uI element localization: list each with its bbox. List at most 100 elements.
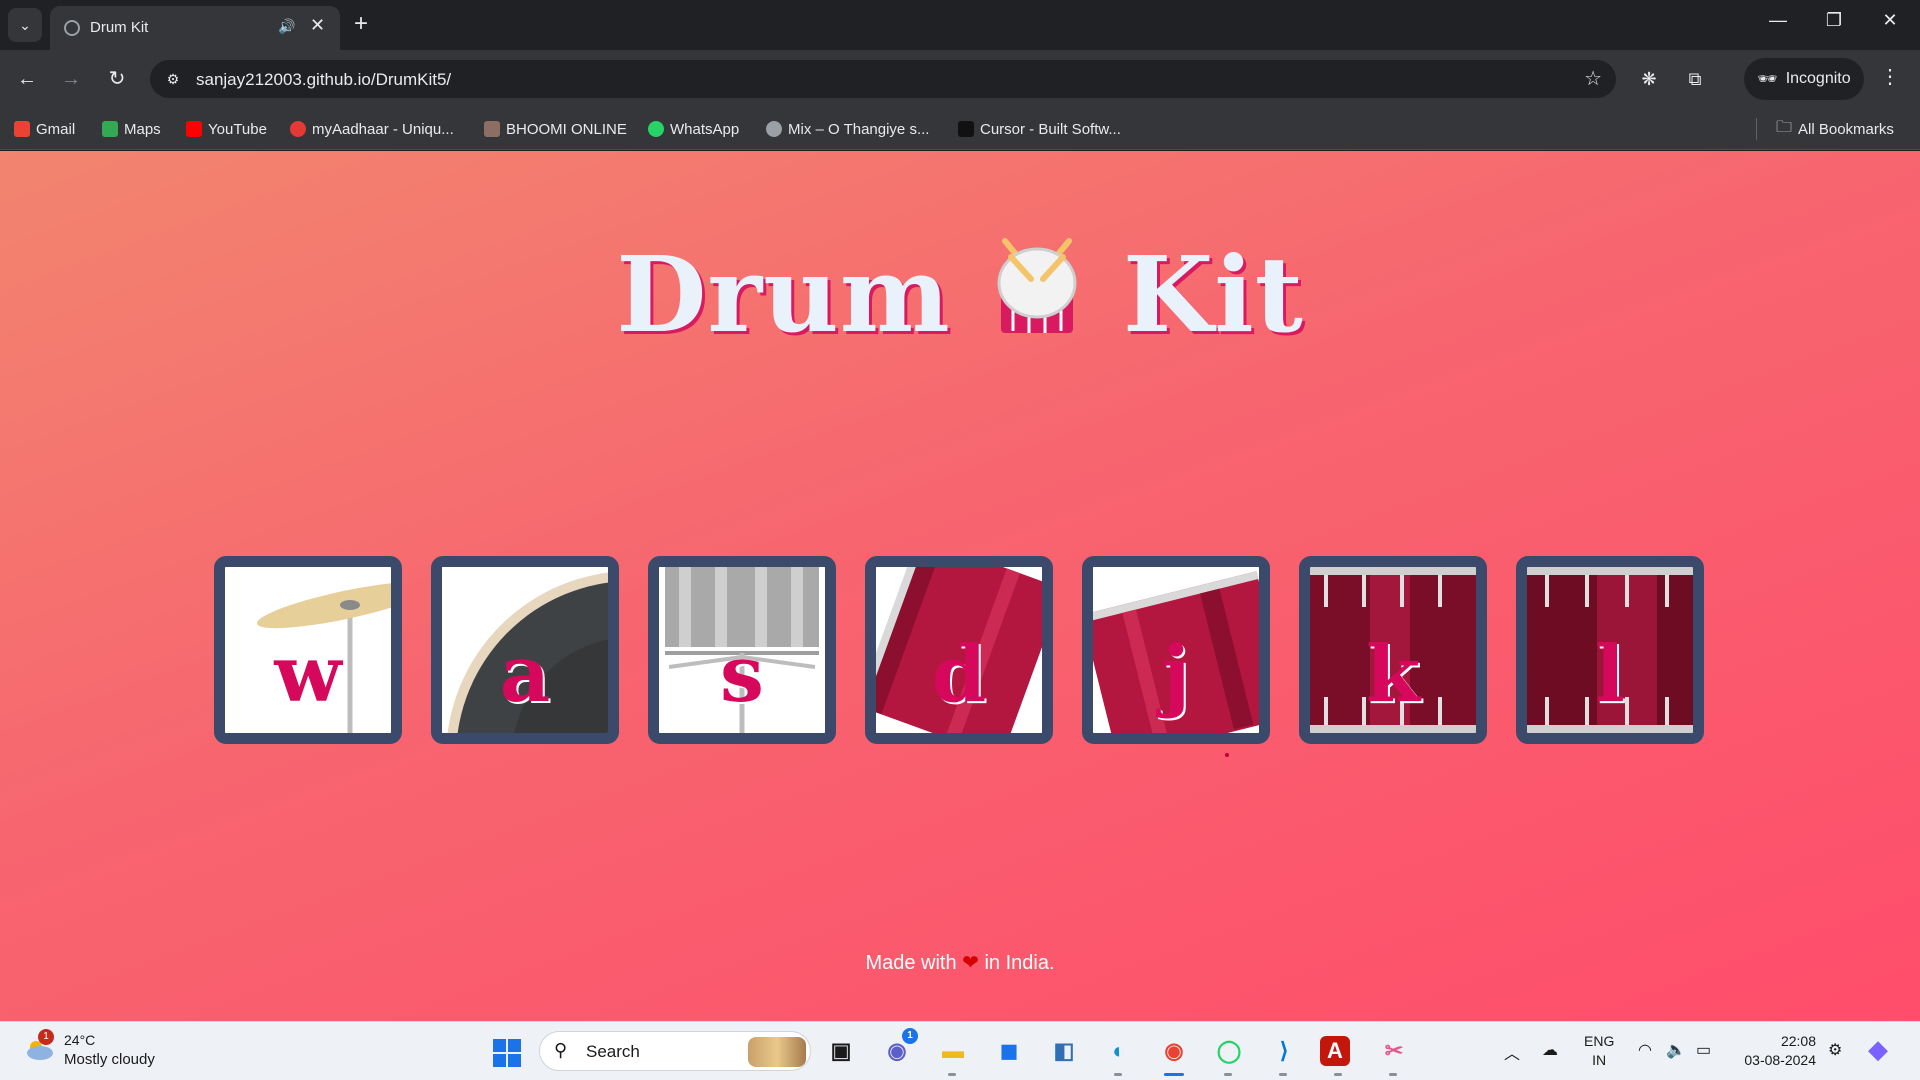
all-bookmarks[interactable]: 🗀 All Bookmarks	[1776, 116, 1894, 142]
weather-temperature: 24°C	[64, 1032, 96, 1048]
notifications-icon[interactable]: ⚙	[1828, 1040, 1842, 1060]
youtube-icon	[186, 121, 202, 137]
whatsapp-icon[interactable]: ◯	[1210, 1032, 1248, 1070]
drum-icon	[997, 238, 1077, 333]
new-tab-button[interactable]: +	[354, 10, 368, 38]
bookmark-label: Mix – O Thangiye s...	[788, 120, 930, 138]
bookmark-cursor[interactable]: Cursor - Built Softw...	[958, 116, 1121, 142]
drum-button-a[interactable]: a	[431, 556, 619, 744]
tab-strip: ⌄ Drum Kit 🔊 ✕ + — ❐ ✕	[0, 0, 1920, 50]
copilot-icon[interactable]: ◆	[1868, 1034, 1888, 1065]
language-line2: IN	[1592, 1052, 1607, 1068]
weather-widget[interactable]: 1 24°C Mostly cloudy	[20, 1029, 170, 1073]
running-indicator	[948, 1073, 956, 1076]
bookmark-star-icon[interactable]: ☆	[1584, 66, 1602, 91]
minimize-button[interactable]: —	[1758, 10, 1798, 31]
bookmark-mix[interactable]: Mix – O Thangiye s...	[766, 116, 929, 142]
url-text[interactable]: sanjay212003.github.io/DrumKit5/	[196, 70, 451, 90]
globe-icon	[766, 121, 782, 137]
search-placeholder: Search	[586, 1042, 640, 1061]
wifi-icon[interactable]: ◠	[1638, 1040, 1652, 1060]
bookmark-myaadhaar[interactable]: myAadhaar - Uniqu...	[290, 116, 454, 142]
drum-button-d[interactable]: d	[865, 556, 1053, 744]
acrobat-icon[interactable]: A	[1320, 1036, 1350, 1066]
teams-icon[interactable]: ◉ 1	[878, 1028, 918, 1070]
volume-icon[interactable]: 🔈	[1666, 1040, 1686, 1060]
drum-button-w[interactable]: w	[214, 556, 402, 744]
edge-icon[interactable]: ◐	[1100, 1032, 1138, 1070]
drum-key-label: w	[274, 629, 342, 720]
bookmarks-bar: Gmail Maps YouTube myAadhaar - Uniqu... …	[0, 108, 1920, 150]
drum-button-l[interactable]: l	[1516, 556, 1704, 744]
bookmark-gmail[interactable]: Gmail	[14, 116, 75, 142]
system-clock[interactable]: 22:08 03-08-2024	[1736, 1032, 1816, 1070]
globe-icon	[64, 20, 80, 36]
close-tab-icon[interactable]: ✕	[310, 15, 325, 36]
bookmark-label: myAadhaar - Uniqu...	[312, 120, 454, 138]
speaker-icon[interactable]: 🔊	[278, 18, 295, 35]
bookmark-youtube[interactable]: YouTube	[186, 116, 267, 142]
taskbar: 1 24°C Mostly cloudy ⚲ Search ▣ ◉ 1 ▬ ◼ ◧…	[0, 1021, 1920, 1080]
bookmark-label: YouTube	[208, 120, 267, 138]
close-window-button[interactable]: ✕	[1870, 10, 1910, 31]
chevron-up-icon[interactable]: ︿	[1504, 1040, 1520, 1064]
tab-search-button[interactable]: ⌄	[8, 8, 42, 42]
title-kit-text: Kit	[1122, 233, 1304, 356]
bookmarks-divider	[1756, 118, 1757, 140]
windows-start-icon[interactable]	[493, 1039, 521, 1067]
file-explorer-icon[interactable]: ▬	[934, 1032, 972, 1070]
weather-condition: Mostly cloudy	[64, 1051, 155, 1068]
aadhaar-icon	[290, 121, 306, 137]
title-drum-text: Drum	[616, 233, 951, 356]
drum-key-label: s	[720, 629, 764, 720]
drum-key-label: a	[499, 629, 551, 720]
bhoomi-icon	[484, 121, 500, 137]
maps-icon	[102, 121, 118, 137]
forward-button[interactable]: →	[56, 64, 86, 94]
running-indicator	[1224, 1073, 1232, 1076]
bookmark-whatsapp[interactable]: WhatsApp	[648, 116, 739, 142]
folder-icon: 🗀	[1776, 118, 1793, 136]
language-line1: ENG	[1584, 1033, 1615, 1049]
task-view-icon[interactable]: ▣	[822, 1032, 860, 1070]
site-info-icon[interactable]: ⚙	[162, 68, 184, 90]
microsoft-store-icon[interactable]: ◼	[990, 1032, 1028, 1070]
reload-button[interactable]: ↻	[102, 64, 132, 94]
cursor-dot	[1225, 753, 1229, 757]
footer-text-after: in India.	[984, 952, 1055, 974]
vscode-icon[interactable]: ⟩	[1265, 1032, 1303, 1070]
chrome-icon[interactable]: ◉	[1155, 1032, 1193, 1070]
tab-drum-kit[interactable]: Drum Kit 🔊 ✕	[50, 6, 340, 50]
incognito-badge[interactable]: 🕶 Incognito	[1744, 58, 1864, 100]
tab-title: Drum Kit	[90, 19, 149, 36]
drum-key-label: d	[931, 629, 987, 720]
incognito-label: Incognito	[1785, 70, 1851, 87]
bookmark-bhoomi[interactable]: BHOOMI ONLINE	[484, 116, 627, 142]
bookmark-label: WhatsApp	[670, 120, 740, 138]
bookmark-maps[interactable]: Maps	[102, 116, 161, 142]
drum-button-k[interactable]: k	[1299, 556, 1487, 744]
active-indicator	[1164, 1073, 1184, 1076]
drum-button-s[interactable]: s	[648, 556, 836, 744]
address-bar[interactable]: ⚙ sanjay212003.github.io/DrumKit5/ ☆	[150, 60, 1616, 98]
whatsapp-icon	[648, 121, 664, 137]
language-indicator[interactable]: ENG IN	[1584, 1032, 1614, 1070]
all-bookmarks-label: All Bookmarks	[1798, 120, 1894, 138]
python-icon[interactable]: ◧	[1045, 1032, 1083, 1070]
extensions-puzzle-icon[interactable]: ⧉	[1680, 64, 1710, 94]
onedrive-offline-icon[interactable]: ☁	[1542, 1040, 1558, 1060]
restore-button[interactable]: ❐	[1814, 10, 1854, 31]
page-title: Drum Kit	[0, 233, 1920, 356]
drum-button-j[interactable]: j	[1082, 556, 1270, 744]
drum-set: w a s d j k l	[214, 556, 1706, 746]
clock-date: 03-08-2024	[1744, 1052, 1816, 1068]
menu-icon[interactable]: ⋮	[1880, 64, 1900, 89]
bookmark-label: Maps	[124, 120, 161, 138]
taskbar-search[interactable]: ⚲ Search	[539, 1031, 811, 1071]
extension-gear-icon[interactable]: ❋	[1634, 64, 1664, 94]
back-button[interactable]: ←	[12, 64, 42, 94]
clock-time: 22:08	[1780, 1033, 1816, 1049]
battery-icon[interactable]: ▭	[1696, 1040, 1711, 1060]
drum-key-label: l	[1595, 629, 1625, 720]
snipping-tool-icon[interactable]: ✂	[1375, 1032, 1413, 1070]
